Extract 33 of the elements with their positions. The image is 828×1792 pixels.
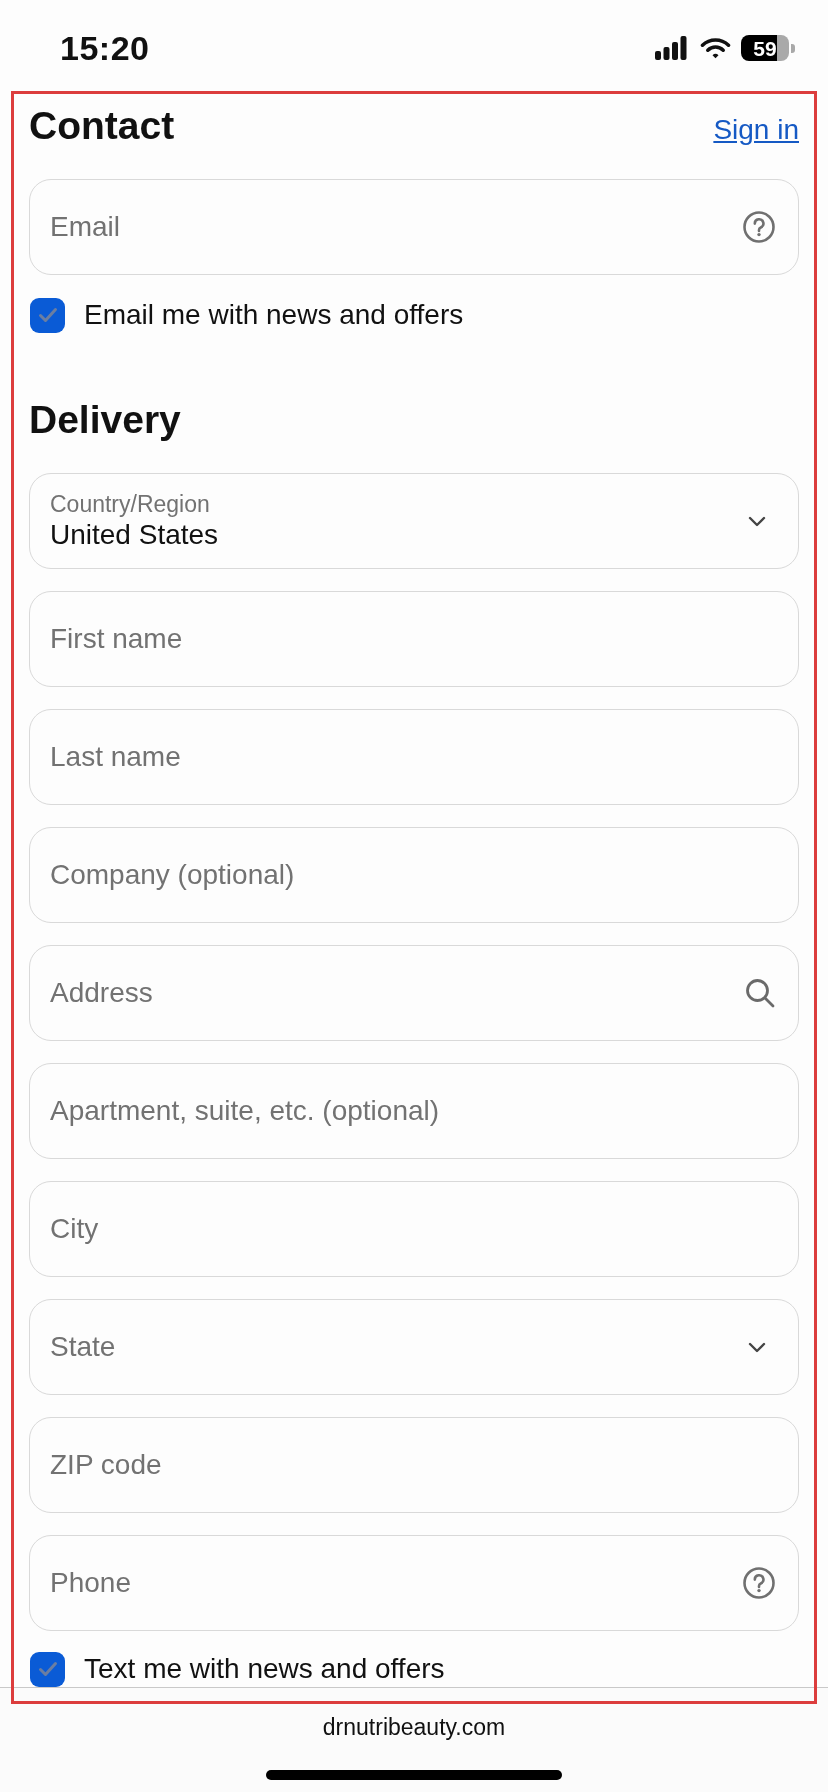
field-value: United States <box>50 518 220 552</box>
dropdown-field[interactable]: State <box>29 1299 799 1395</box>
checkmark-icon <box>37 307 58 323</box>
input-field[interactable]: Last name <box>29 709 799 805</box>
wifi-icon <box>700 37 731 59</box>
checkbox[interactable] <box>30 297 65 333</box>
input-field[interactable]: Company (optional) <box>29 827 799 923</box>
input-field[interactable]: ZIP code <box>29 1417 799 1513</box>
field-placeholder: State <box>50 1330 117 1364</box>
signal-icon <box>655 36 687 60</box>
input-field[interactable]: Address <box>29 945 799 1041</box>
help-icon[interactable] <box>743 211 775 243</box>
battery-indicator: 59 <box>741 35 795 61</box>
section-heading: Contact <box>29 103 175 149</box>
input-field[interactable]: Email <box>29 179 799 275</box>
input-field[interactable]: First name <box>29 591 799 687</box>
checkbox-label[interactable]: Text me with news and offers <box>84 1652 445 1686</box>
input-field[interactable]: Phone <box>29 1535 799 1631</box>
input-field[interactable]: City <box>29 1181 799 1277</box>
sign-in-link[interactable]: Sign in <box>713 114 799 146</box>
clock-time: 15:20 <box>60 28 150 68</box>
help-icon[interactable] <box>743 1567 775 1599</box>
checkbox-label[interactable]: Email me with news and offers <box>84 298 464 332</box>
search-icon[interactable] <box>745 978 775 1008</box>
section-heading: Delivery <box>29 397 181 443</box>
field-label: Country/Region <box>50 490 211 518</box>
chevron-down-icon <box>748 515 766 527</box>
chevron-down-icon <box>748 1341 766 1353</box>
address-text[interactable]: drnutribeauty.com <box>322 1714 506 1740</box>
checkbox[interactable] <box>30 1651 65 1687</box>
dropdown-field[interactable]: Country/Region United States <box>29 473 799 569</box>
checkmark-icon <box>37 1661 58 1677</box>
input-field[interactable]: Apartment, suite, etc. (optional) <box>29 1063 799 1159</box>
